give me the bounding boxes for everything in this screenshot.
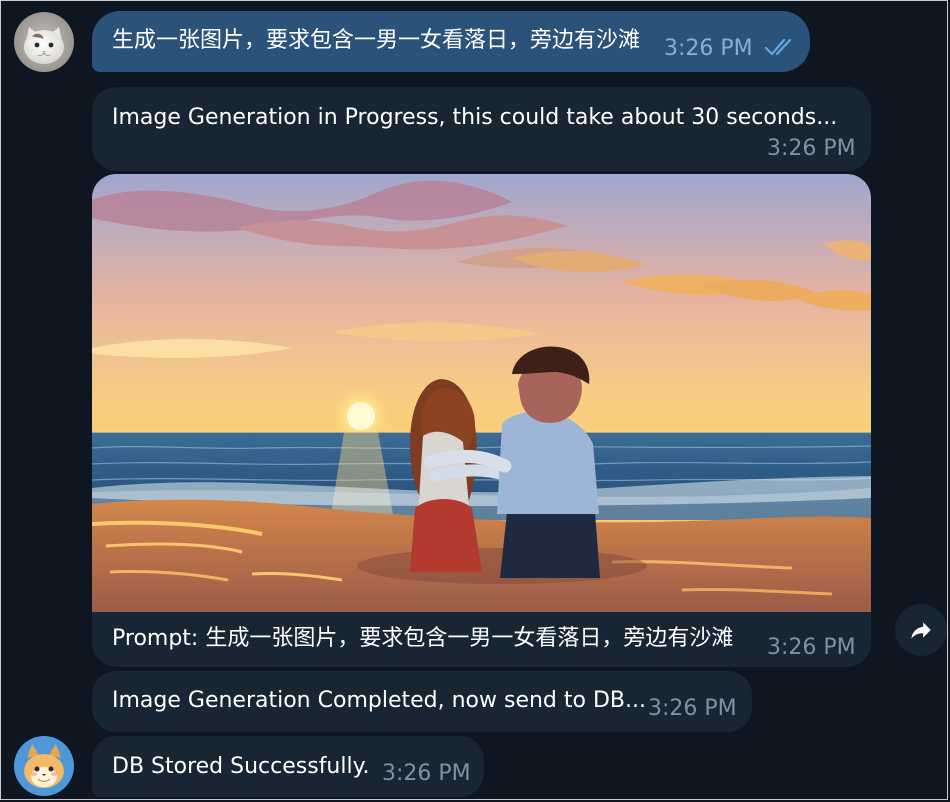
message-text: Image Generation Completed, now send to … (112, 688, 646, 713)
message-bubble-prompt[interactable]: 生成一张图片，要求包含一男一女看落日，旁边有沙滩 3:26 PM (92, 11, 810, 72)
user-avatar[interactable] (14, 12, 74, 72)
message-bubble-stored[interactable]: DB Stored Successfully. 3:26 PM (92, 736, 484, 797)
cat-avatar-image (14, 12, 74, 72)
message-time: 3:26 PM (767, 136, 856, 161)
image-caption: Prompt: 生成一张图片，要求包含一男一女看落日，旁边有沙滩 (112, 626, 734, 651)
double-check-icon (764, 38, 792, 56)
generated-sunset-beach-image[interactable] (92, 174, 871, 612)
message-bubble-image[interactable]: Prompt: 生成一张图片，要求包含一男一女看落日，旁边有沙滩 3:26 PM (92, 174, 871, 667)
forward-button[interactable] (895, 604, 947, 656)
forward-arrow-icon (911, 622, 931, 639)
message-time: 3:26 PM (382, 761, 471, 786)
message-time: 3:26 PM (648, 696, 737, 721)
message-text: 生成一张图片，要求包含一男一女看落日，旁边有沙滩 (112, 28, 641, 53)
bot-avatar[interactable] (14, 736, 74, 796)
message-time: 3:26 PM (664, 36, 753, 61)
message-text: Image Generation in Progress, this could… (112, 105, 838, 130)
message-text: DB Stored Successfully. (112, 754, 370, 779)
message-bubble-progress[interactable]: Image Generation in Progress, this could… (92, 87, 871, 171)
shiba-dog-avatar-image (14, 736, 74, 796)
message-bubble-completed[interactable]: Image Generation Completed, now send to … (92, 671, 752, 732)
message-time: 3:26 PM (767, 635, 856, 660)
